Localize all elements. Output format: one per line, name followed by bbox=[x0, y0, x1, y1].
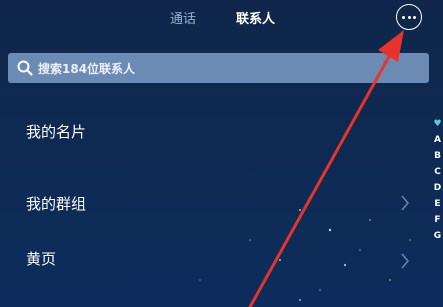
chevron-right-icon bbox=[401, 195, 409, 211]
index-letter[interactable]: C bbox=[432, 164, 443, 180]
index-letter[interactable]: A bbox=[432, 132, 443, 148]
yellow-pages-item[interactable]: 黄页 bbox=[26, 248, 56, 269]
search-placeholder: 搜索184位联系人 bbox=[38, 61, 136, 76]
top-bar: 通话 联系人 bbox=[0, 0, 443, 34]
alphabet-index[interactable]: ♥ A B C D E F G bbox=[432, 116, 443, 244]
chevron-right-icon bbox=[401, 253, 409, 269]
search-icon bbox=[17, 60, 33, 76]
my-card-item[interactable]: 我的名片 bbox=[26, 121, 86, 142]
index-letter[interactable]: D bbox=[432, 180, 443, 196]
index-letter[interactable]: G bbox=[432, 228, 443, 244]
star-background bbox=[199, 209, 411, 301]
index-letter[interactable]: F bbox=[432, 212, 443, 228]
my-groups-item[interactable]: 我的群组 bbox=[26, 193, 86, 214]
red-annotation-arrow bbox=[248, 30, 404, 307]
tab-contacts[interactable]: 联系人 bbox=[236, 8, 275, 27]
more-icon[interactable] bbox=[396, 4, 422, 30]
index-letter[interactable]: B bbox=[432, 148, 443, 164]
index-letter[interactable]: E bbox=[432, 196, 443, 212]
search-input[interactable]: 搜索184位联系人 bbox=[8, 53, 429, 83]
index-heart[interactable]: ♥ bbox=[432, 116, 443, 132]
tab-calls[interactable]: 通话 bbox=[170, 8, 196, 27]
